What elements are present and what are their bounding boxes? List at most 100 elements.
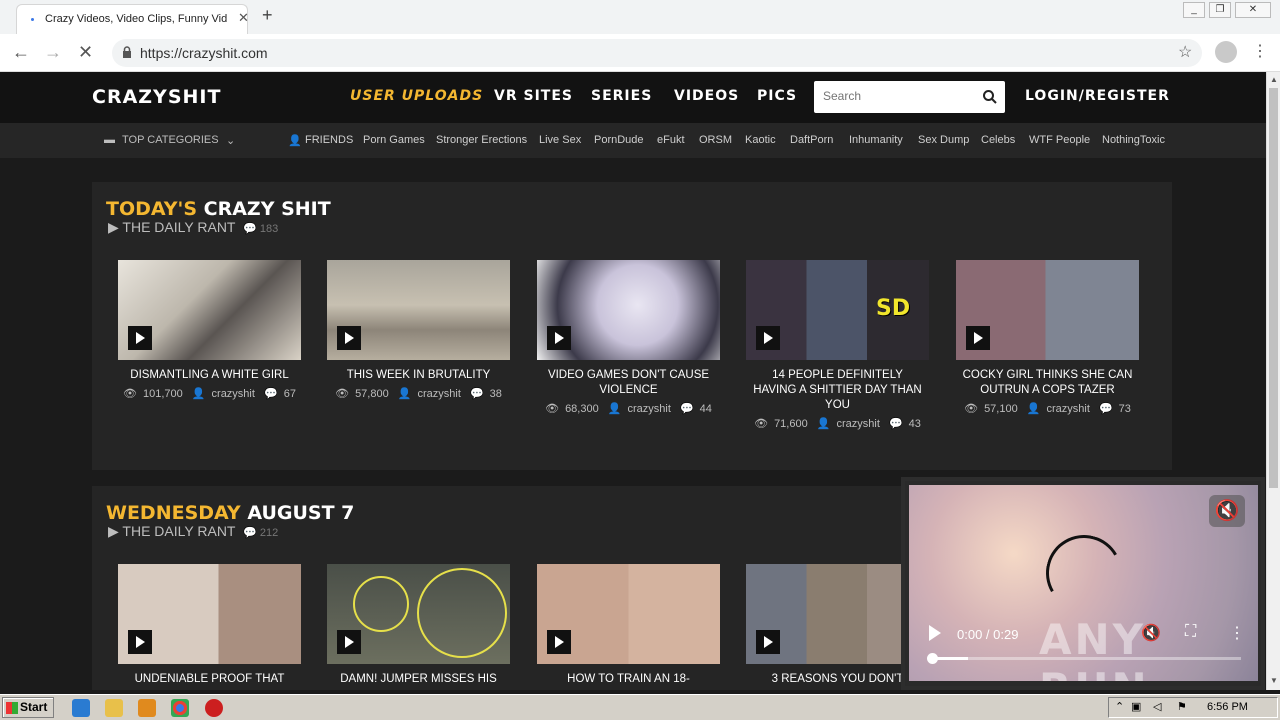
muted-speaker-icon[interactable]: 🔇: [1209, 495, 1245, 527]
url-text[interactable]: https://crazyshit.com: [140, 45, 268, 61]
uploader-name[interactable]: crazyshit: [1046, 403, 1089, 415]
video-card[interactable]: VIDEO GAMES DON'T CAUSE VIOLENCE 👁 68,300…: [537, 260, 720, 415]
video-card[interactable]: DAMN! JUMPER MISSES HIS: [327, 564, 510, 687]
link-stronger-erections[interactable]: Stronger Erections: [436, 134, 527, 146]
play-icon[interactable]: [337, 326, 361, 350]
section-subtitle[interactable]: ▶ THE DAILY RANT 💬 212: [108, 523, 278, 540]
play-button-icon[interactable]: [929, 625, 941, 641]
folder-icon[interactable]: [105, 699, 123, 717]
play-icon[interactable]: [128, 326, 152, 350]
login-register-link[interactable]: LOGIN/REGISTER: [1025, 88, 1170, 104]
uploader-name[interactable]: crazyshit: [417, 388, 460, 400]
video-title[interactable]: THIS WEEK IN BRUTALITY: [327, 368, 510, 383]
nav-user-uploads[interactable]: USER UPLOADS: [350, 88, 483, 104]
play-icon[interactable]: [966, 326, 990, 350]
uploader-name[interactable]: crazyshit: [836, 418, 879, 430]
section-subtitle[interactable]: ▶ THE DAILY RANT 💬 183: [108, 219, 278, 236]
play-icon[interactable]: [128, 630, 152, 654]
play-icon[interactable]: [337, 630, 361, 654]
link-live-sex[interactable]: Live Sex: [539, 134, 581, 146]
link-daftporn[interactable]: DaftPorn: [790, 134, 833, 146]
video-title[interactable]: UNDENIABLE PROOF THAT: [118, 672, 301, 687]
uploader-name[interactable]: crazyshit: [212, 388, 255, 400]
video-card[interactable]: UNDENIABLE PROOF THAT: [118, 564, 301, 687]
nav-pics[interactable]: PICS: [757, 88, 797, 104]
link-celebs[interactable]: Celebs: [981, 134, 1015, 146]
tab-close-icon[interactable]: ✕: [238, 10, 249, 26]
media-player-icon[interactable]: [138, 699, 156, 717]
video-card[interactable]: SD 14 PEOPLE DEFINITELY HAVING A SHITTIE…: [746, 260, 929, 430]
address-bar[interactable]: https://crazyshit.com ☆: [112, 39, 1202, 67]
scroll-up-icon[interactable]: ▲: [1270, 75, 1278, 84]
volume-tray-icon[interactable]: ◁: [1153, 700, 1161, 713]
video-card[interactable]: THIS WEEK IN BRUTALITY 👁 57,800 👤 crazyshi…: [327, 260, 510, 400]
video-title[interactable]: VIDEO GAMES DON'T CAUSE VIOLENCE: [537, 368, 720, 398]
video-title[interactable]: HOW TO TRAIN AN 18-: [537, 672, 720, 687]
bookmark-star-icon[interactable]: ☆: [1178, 42, 1192, 62]
link-efukt[interactable]: eFukt: [657, 134, 685, 146]
stop-loading-icon[interactable]: ✕: [78, 42, 93, 63]
play-icon[interactable]: [756, 630, 780, 654]
link-wtf-people[interactable]: WTF People: [1029, 134, 1090, 146]
browser-menu-icon[interactable]: ⋮: [1252, 41, 1268, 61]
restore-button[interactable]: ❐: [1209, 2, 1231, 18]
ie-icon[interactable]: [72, 699, 90, 717]
browser-tab[interactable]: Crazy Videos, Video Clips, Funny Vid ✕: [16, 4, 249, 34]
video-card[interactable]: COCKY GIRL THINKS SHE CAN OUTRUN A COPS …: [956, 260, 1139, 415]
nav-series[interactable]: SERIES: [591, 88, 652, 104]
page-scrollbar[interactable]: ▲ ▼: [1266, 72, 1280, 690]
close-window-button[interactable]: ✕: [1235, 2, 1271, 18]
more-options-icon[interactable]: ⋮: [1229, 623, 1245, 643]
video-card[interactable]: HOW TO TRAIN AN 18-: [537, 564, 720, 687]
video-thumbnail[interactable]: [537, 260, 720, 360]
scroll-down-icon[interactable]: ▼: [1270, 676, 1278, 685]
video-title[interactable]: 14 PEOPLE DEFINITELY HAVING A SHITTIER D…: [746, 368, 929, 413]
friends-link[interactable]: FRIENDS: [305, 134, 353, 146]
uploader-name[interactable]: crazyshit: [627, 403, 670, 415]
search-icon[interactable]: [982, 89, 998, 105]
video-card[interactable]: DISMANTLING A WHITE GIRL 👁 101,700 👤 crazy…: [118, 260, 301, 400]
flag-icon[interactable]: ⚑: [1177, 700, 1187, 713]
progress-knob[interactable]: [927, 653, 938, 664]
minimize-button[interactable]: _: [1183, 2, 1205, 18]
link-porndude[interactable]: PornDude: [594, 134, 644, 146]
start-button[interactable]: Start: [2, 697, 54, 718]
video-thumbnail[interactable]: SD: [746, 260, 929, 360]
profile-avatar[interactable]: [1215, 41, 1237, 63]
link-orsm[interactable]: ORSM: [699, 134, 732, 146]
nav-videos[interactable]: VIDEOS: [674, 88, 739, 104]
search-input[interactable]: [823, 89, 973, 103]
scroll-thumb[interactable]: [1269, 88, 1278, 488]
chevron-down-icon[interactable]: ⌄: [226, 134, 235, 147]
chrome-icon[interactable]: [171, 699, 189, 717]
back-arrow-icon[interactable]: ←: [12, 42, 30, 63]
nav-vr-sites[interactable]: VR SITES: [494, 88, 573, 104]
video-thumbnail[interactable]: [118, 260, 301, 360]
video-thumbnail[interactable]: [327, 564, 510, 664]
link-kaotic[interactable]: Kaotic: [745, 134, 776, 146]
link-sex-dump[interactable]: Sex Dump: [918, 134, 969, 146]
video-title[interactable]: COCKY GIRL THINKS SHE CAN OUTRUN A COPS …: [956, 368, 1139, 398]
opera-icon[interactable]: [205, 699, 223, 717]
site-logo[interactable]: CRAZYSHIT: [92, 86, 221, 108]
new-tab-button[interactable]: +: [262, 5, 273, 26]
video-title[interactable]: DAMN! JUMPER MISSES HIS: [327, 672, 510, 687]
floating-video-player[interactable]: 🔇 ANY RUN 0:00 / 0:29 🔇 ⛶ ⋮: [901, 477, 1265, 690]
progress-bar[interactable]: [927, 653, 1241, 664]
video-title[interactable]: DISMANTLING A WHITE GIRL: [118, 368, 301, 383]
volume-icon[interactable]: 🔇: [1141, 623, 1161, 643]
link-porn-games[interactable]: Porn Games: [363, 134, 425, 146]
link-nothingtoxic[interactable]: NothingToxic: [1102, 134, 1165, 146]
link-inhumanity[interactable]: Inhumanity: [849, 134, 903, 146]
video-thumbnail[interactable]: [956, 260, 1139, 360]
network-icon[interactable]: ▣: [1131, 700, 1141, 713]
video-thumbnail[interactable]: [118, 564, 301, 664]
fullscreen-icon[interactable]: ⛶: [1185, 623, 1196, 641]
play-icon[interactable]: [756, 326, 780, 350]
forward-arrow-icon[interactable]: →: [44, 42, 62, 63]
top-categories-dropdown[interactable]: TOP CATEGORIES: [122, 134, 219, 146]
video-thumbnail[interactable]: [327, 260, 510, 360]
play-icon[interactable]: [547, 630, 571, 654]
video-screen[interactable]: 🔇 ANY RUN 0:00 / 0:29 🔇 ⛶ ⋮: [909, 485, 1258, 681]
play-icon[interactable]: [547, 326, 571, 350]
